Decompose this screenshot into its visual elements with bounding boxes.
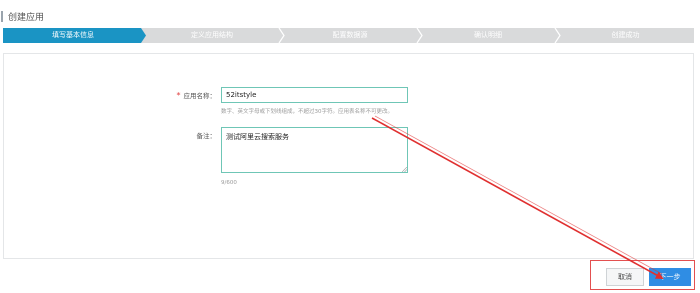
page-header: 创建应用 [0, 9, 44, 23]
app-name-label-text: 应用名称： [183, 92, 217, 100]
remark-char-counter: 9/600 [221, 180, 237, 186]
step-create-success: 创建成功 [611, 31, 640, 39]
step-progress-bar: 填写基本信息 定义应用结构 配置数据源 确认明细 创建成功 [3, 28, 694, 43]
app-name-input[interactable] [221, 87, 408, 103]
step-basic-info: 填写基本信息 [52, 31, 94, 39]
remark-textarea[interactable]: 测试阿里云搜索服务 [221, 127, 408, 173]
required-mark: * [176, 91, 181, 100]
next-step-button[interactable]: 下一步 [649, 268, 691, 286]
step-config-datasource: 配置数据源 [332, 31, 368, 39]
step-define-structure: 定义应用结构 [191, 31, 233, 39]
step-confirm-details: 确认明细 [474, 31, 502, 39]
title-accent-bar [1, 10, 3, 22]
cancel-button[interactable]: 取消 [606, 268, 644, 286]
remark-label: 备注： [196, 132, 217, 140]
page-title: 创建应用 [8, 12, 45, 23]
app-name-hint: 数字、英文字母或下划线组成，不超过30字符。应用表名称不可更改。 [221, 109, 394, 115]
resize-handle-icon[interactable] [402, 167, 407, 172]
app-name-label: * 应用名称： [170, 90, 217, 100]
